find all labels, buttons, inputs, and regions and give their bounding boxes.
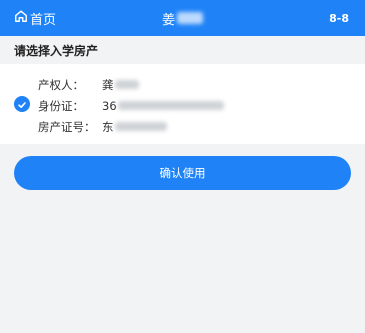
owner-label: 产权人： (38, 77, 84, 92)
id-card-value: 36 (102, 99, 224, 113)
id-card-label: 身份证： (38, 98, 84, 113)
top-bar: 首页 姜 8-8 (0, 0, 365, 36)
owner-row: 产权人： 龚 (38, 74, 224, 95)
section-title: 请选择入学房产 (14, 43, 99, 58)
redacted-title (177, 12, 203, 24)
select-checkbox[interactable] (14, 96, 30, 112)
redacted-cert-no (114, 122, 167, 131)
confirm-button[interactable]: 确认使用 (14, 156, 351, 190)
property-card[interactable]: 产权人： 龚 身份证： 36 房产证号： 东 (0, 64, 365, 144)
header-code: 8-8 (329, 11, 349, 25)
page-title: 姜 (0, 0, 365, 36)
owner-value: 龚 (102, 77, 139, 93)
cert-no-value-text: 东 (102, 119, 114, 134)
page-title-text: 姜 (161, 12, 175, 28)
button-container: 确认使用 (0, 144, 365, 190)
owner-value-text: 龚 (102, 77, 114, 92)
cert-no-row: 房产证号： 东 (38, 116, 224, 137)
redacted-owner (114, 80, 139, 89)
id-card-row: 身份证： 36 (38, 95, 224, 116)
cert-no-value: 东 (102, 119, 167, 135)
id-card-value-text: 36 (102, 98, 117, 113)
redacted-id-card (117, 101, 224, 110)
checkmark-icon (17, 95, 27, 114)
property-details: 产权人： 龚 身份证： 36 房产证号： 东 (38, 74, 224, 137)
cert-no-label: 房产证号： (38, 119, 96, 134)
